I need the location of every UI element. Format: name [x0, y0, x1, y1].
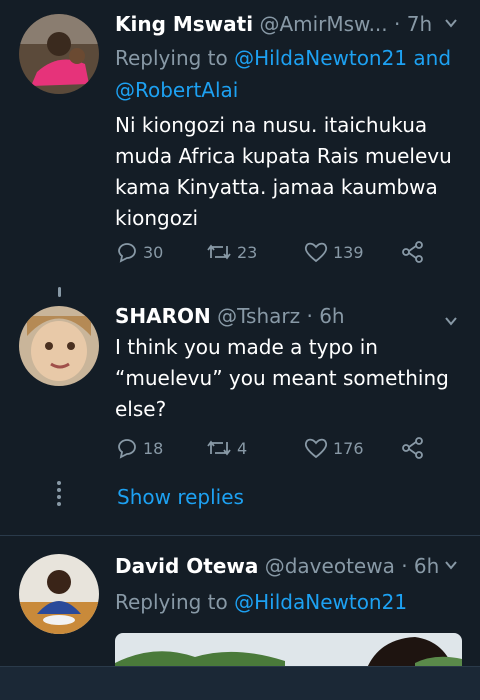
like-icon — [304, 242, 328, 263]
tweet-header: King Mswati @AmirMsw... · 7h — [115, 12, 480, 36]
tweet-actions: 30 23 139 — [115, 240, 435, 270]
tweet-king-mswati[interactable]: King Mswati @AmirMsw... · 7h Replying to… — [0, 0, 480, 280]
separator-dot: · — [306, 304, 313, 328]
reply-icon — [118, 243, 136, 263]
reply-button[interactable]: 30 — [115, 240, 163, 264]
retweet-icon — [207, 440, 231, 456]
chevron-down-icon[interactable] — [444, 314, 458, 328]
show-replies-link[interactable]: Show replies — [117, 485, 244, 509]
timestamp[interactable]: 6h — [319, 304, 344, 328]
replying-prefix: Replying to — [115, 590, 235, 614]
like-button[interactable]: 139 — [303, 240, 364, 264]
avatar[interactable] — [19, 306, 99, 386]
retweet-count: 4 — [237, 438, 248, 458]
share-icon — [402, 241, 423, 263]
separator-dot: · — [401, 554, 408, 578]
compose-reply-bar[interactable] — [0, 666, 480, 700]
user-handle[interactable]: @Tsharz — [217, 304, 300, 328]
replying-to: Replying to @HildaNewton21 — [115, 586, 466, 618]
display-name[interactable]: SHARON — [115, 304, 211, 328]
mention-link[interactable]: @HildaNewton21 — [234, 46, 407, 70]
tweet-header: David Otewa @daveotewa · 6h — [115, 554, 480, 578]
display-name[interactable]: David Otewa — [115, 554, 258, 578]
tweet-actions: 18 4 176 — [115, 436, 435, 466]
tweet-sharon[interactable]: SHARON @Tsharz · 6h I think you made a t… — [0, 296, 480, 476]
retweet-button[interactable]: 23 — [205, 240, 257, 264]
replying-and[interactable]: and — [407, 46, 451, 70]
chevron-down-icon[interactable] — [444, 558, 458, 572]
like-count: 176 — [333, 438, 364, 458]
chevron-down-icon[interactable] — [444, 16, 458, 30]
reply-count: 18 — [143, 438, 164, 458]
like-icon — [304, 438, 328, 459]
share-icon — [402, 437, 423, 459]
user-handle[interactable]: @daveotewa — [265, 554, 395, 578]
mention-link[interactable]: @RobertAlai — [115, 78, 238, 102]
tweet-header: SHARON @Tsharz · 6h — [115, 304, 480, 328]
mention-link[interactable]: @HildaNewton21 — [234, 590, 407, 614]
timestamp[interactable]: 6h — [414, 554, 439, 578]
separator-dot: · — [394, 12, 401, 36]
share-button[interactable] — [401, 436, 425, 460]
tweet-text: I think you made a typo in “muelevu” you… — [115, 335, 449, 421]
reply-count: 30 — [143, 242, 164, 262]
timestamp[interactable]: 7h — [407, 12, 432, 36]
replying-to: Replying to @HildaNewton21 and @RobertAl… — [115, 42, 466, 106]
retweet-count: 23 — [237, 242, 258, 262]
like-button[interactable]: 176 — [303, 436, 364, 460]
avatar[interactable] — [19, 554, 99, 634]
user-handle[interactable]: @AmirMsw... — [259, 12, 387, 36]
more-dots-icon — [57, 481, 61, 506]
retweet-icon — [207, 244, 231, 260]
tweet-text: Ni kiongozi na nusu. itaichukua muda Afr… — [115, 113, 452, 230]
reply-icon — [118, 439, 136, 459]
like-count: 139 — [333, 242, 364, 262]
replying-prefix: Replying to — [115, 46, 235, 70]
avatar[interactable] — [19, 14, 99, 94]
retweet-button[interactable]: 4 — [205, 436, 247, 460]
share-button[interactable] — [401, 240, 425, 264]
reply-button[interactable]: 18 — [115, 436, 163, 460]
display-name[interactable]: King Mswati — [115, 12, 253, 36]
